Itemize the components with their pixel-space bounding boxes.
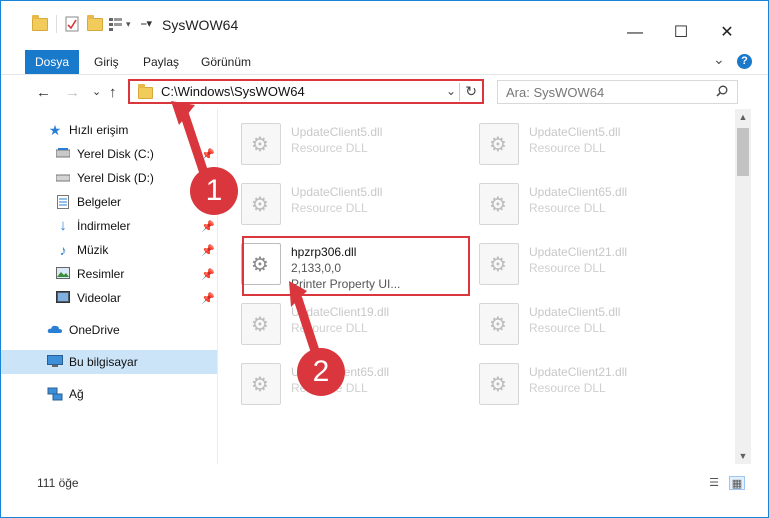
annotation-arrows bbox=[171, 101, 324, 368]
step-1-badge: 1 bbox=[190, 167, 238, 215]
step-2-badge: 2 bbox=[297, 348, 345, 396]
explorer-window: ▾ ⎯▾ SysWOW64 — ☐ ✕ Dosya Giriş Paylaş G… bbox=[0, 0, 769, 518]
